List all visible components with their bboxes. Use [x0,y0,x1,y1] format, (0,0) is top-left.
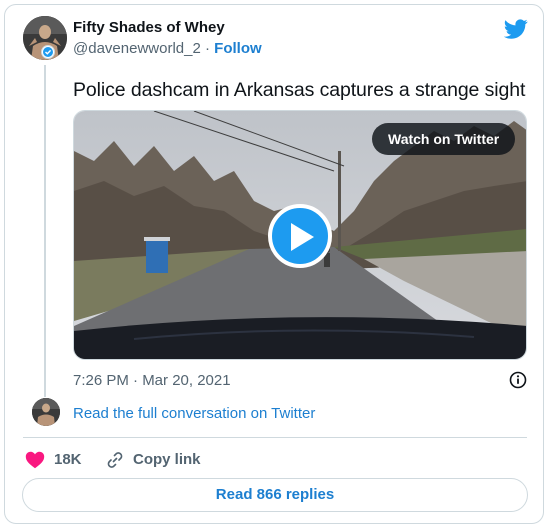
author-handle[interactable]: @davenewworld_2 [73,40,201,57]
tweet-timestamp[interactable]: 7:26 PM · Mar 20, 2021 [73,372,231,389]
heart-icon[interactable] [25,451,45,469]
link-icon[interactable] [105,450,125,470]
copy-link-button[interactable]: Copy link [133,451,201,468]
embedded-tweet-card: Fifty Shades of Whey @davenewworld_2 · F… [4,4,544,524]
tweet-text: Police dashcam in Arkansas captures a st… [73,79,526,101]
author-handle-line: @davenewworld_2 · Follow [73,40,262,57]
video-media[interactable]: Watch on Twitter [73,110,527,360]
play-icon [291,223,314,251]
twitter-bird-icon[interactable] [504,17,528,41]
play-button[interactable] [268,204,332,268]
verified-badge-icon [41,45,55,59]
thread-line [44,65,46,397]
follow-button[interactable]: Follow [214,40,262,57]
author-display-name[interactable]: Fifty Shades of Whey [73,19,225,36]
read-replies-button[interactable]: Read 866 replies [22,478,528,512]
divider [23,437,527,438]
conversation-avatar[interactable] [32,398,60,426]
read-full-conversation-link[interactable]: Read the full conversation on Twitter [73,405,315,422]
handle-separator: · [200,40,215,57]
like-count[interactable]: 18K [54,451,82,468]
watch-on-twitter-button[interactable]: Watch on Twitter [372,123,516,155]
info-icon[interactable] [509,371,527,389]
